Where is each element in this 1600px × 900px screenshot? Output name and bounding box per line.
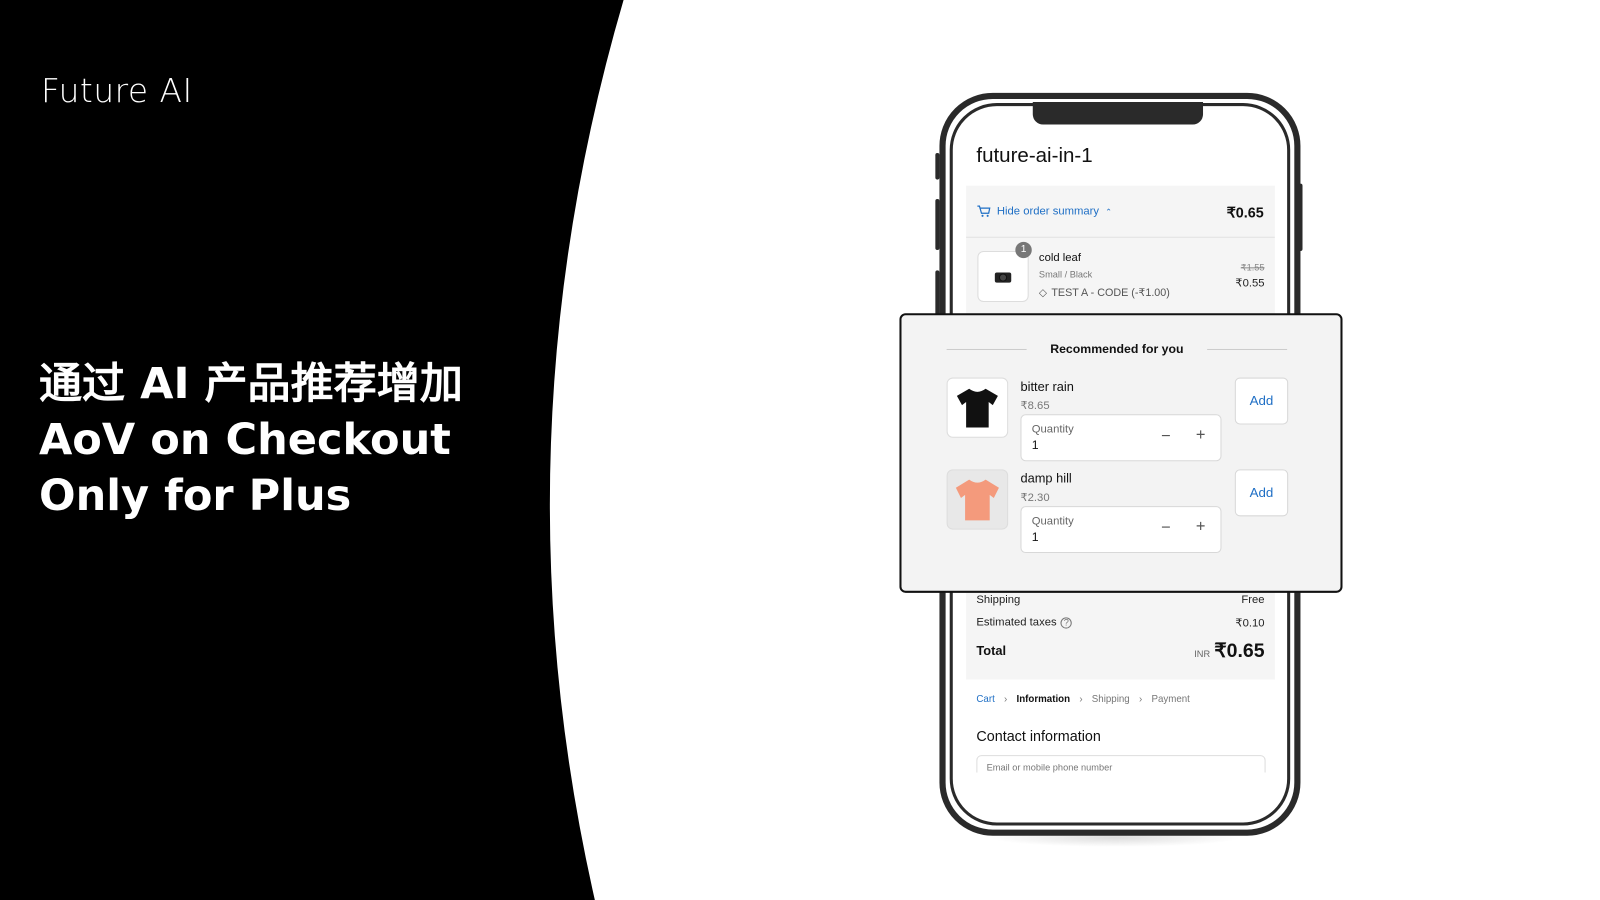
taxes-row: Estimated taxes ? bbox=[976, 616, 1073, 629]
product-thumbnail bbox=[977, 251, 1029, 303]
headline-line: Only for Plus bbox=[38, 470, 352, 521]
quantity-value[interactable]: 1 bbox=[1032, 530, 1039, 544]
product-thumbnail bbox=[946, 469, 1009, 530]
help-icon[interactable]: ? bbox=[1060, 617, 1073, 629]
cart-icon bbox=[977, 205, 991, 217]
headline: 通过 AI 产品推荐增加 AoV on Checkout Only for Pl… bbox=[39, 355, 463, 523]
total-value: ₹0.65 bbox=[1214, 640, 1265, 663]
item-title: bitter rain bbox=[1020, 379, 1074, 394]
add-button[interactable]: Add bbox=[1234, 469, 1289, 517]
breadcrumb: Cart › Information › Shipping › Payment bbox=[976, 694, 1190, 705]
total-row-value: INR ₹0.65 bbox=[1159, 640, 1265, 663]
headline-line: 通过 AI 产品推荐增加 bbox=[38, 358, 463, 409]
contact-heading: Contact information bbox=[976, 727, 1101, 744]
screen-bottom bbox=[953, 772, 1278, 820]
add-button[interactable]: Add bbox=[1234, 377, 1289, 425]
discount-text: TEST A - CODE (-₹1.00) bbox=[1051, 286, 1170, 299]
quantity-badge: 1 bbox=[1015, 241, 1032, 259]
product-thumbnail bbox=[946, 377, 1009, 438]
hide-order-summary-toggle[interactable]: Hide order summary ⌃ bbox=[976, 205, 1112, 217]
quantity-label: Quantity bbox=[1031, 515, 1074, 528]
divider bbox=[1207, 348, 1288, 350]
taxes-label: Estimated taxes bbox=[976, 616, 1057, 629]
brand-logo-text: Future AI bbox=[41, 71, 193, 111]
divider bbox=[966, 236, 1275, 238]
quantity-label: Quantity bbox=[1031, 423, 1074, 436]
item-price: ₹0.55 bbox=[1235, 277, 1265, 290]
chevron-right-icon: › bbox=[1138, 693, 1143, 706]
original-price: ₹1.55 bbox=[1240, 262, 1265, 273]
tshirt-image bbox=[956, 388, 998, 428]
phone-notch bbox=[1032, 102, 1204, 125]
tag-icon: ◇ bbox=[1038, 286, 1048, 299]
chevron-right-icon: › bbox=[1004, 693, 1008, 706]
taxes-value: ₹0.10 bbox=[1235, 617, 1265, 630]
chevron-up-icon: ⌃ bbox=[1105, 206, 1113, 216]
item-price: ₹2.30 bbox=[1020, 491, 1050, 505]
quantity-value[interactable]: 1 bbox=[1032, 438, 1039, 452]
plus-icon[interactable]: + bbox=[1196, 427, 1206, 445]
breadcrumb-information: Information bbox=[1016, 693, 1071, 706]
chevron-right-icon: › bbox=[1079, 693, 1083, 706]
toggle-label: Hide order summary bbox=[996, 205, 1100, 218]
camera-image bbox=[994, 272, 1012, 283]
shipping-value: Free bbox=[1241, 593, 1265, 607]
tshirt-image bbox=[955, 479, 999, 520]
summary-total: ₹0.65 bbox=[1226, 204, 1264, 221]
recommendations-heading: Recommended for you bbox=[1050, 341, 1184, 357]
item-title: cold leaf bbox=[1038, 252, 1081, 265]
item-price: ₹8.65 bbox=[1020, 399, 1050, 413]
minus-icon[interactable]: − bbox=[1161, 519, 1171, 537]
total-label: Total bbox=[976, 643, 1007, 659]
currency-code: INR bbox=[1194, 648, 1211, 660]
breadcrumb-shipping: Shipping bbox=[1091, 693, 1130, 706]
shipping-label: Shipping bbox=[976, 593, 1021, 607]
store-name: future-ai-in-1 bbox=[976, 144, 1093, 168]
divider bbox=[946, 348, 1027, 350]
quantity-stepper[interactable]: Quantity 1 − + bbox=[1020, 506, 1222, 554]
discount-tag: ◇ TEST A - CODE (-₹1.00) bbox=[1039, 287, 1170, 299]
plus-icon[interactable]: + bbox=[1196, 518, 1206, 536]
item-title: damp hill bbox=[1020, 471, 1072, 486]
minus-icon[interactable]: − bbox=[1161, 428, 1171, 446]
quantity-stepper[interactable]: Quantity 1 − + bbox=[1020, 414, 1222, 462]
breadcrumb-payment: Payment bbox=[1151, 693, 1190, 706]
item-variant: Small / Black bbox=[1038, 269, 1093, 280]
headline-line: AoV on Checkout bbox=[38, 414, 451, 465]
breadcrumb-cart[interactable]: Cart bbox=[976, 694, 994, 705]
